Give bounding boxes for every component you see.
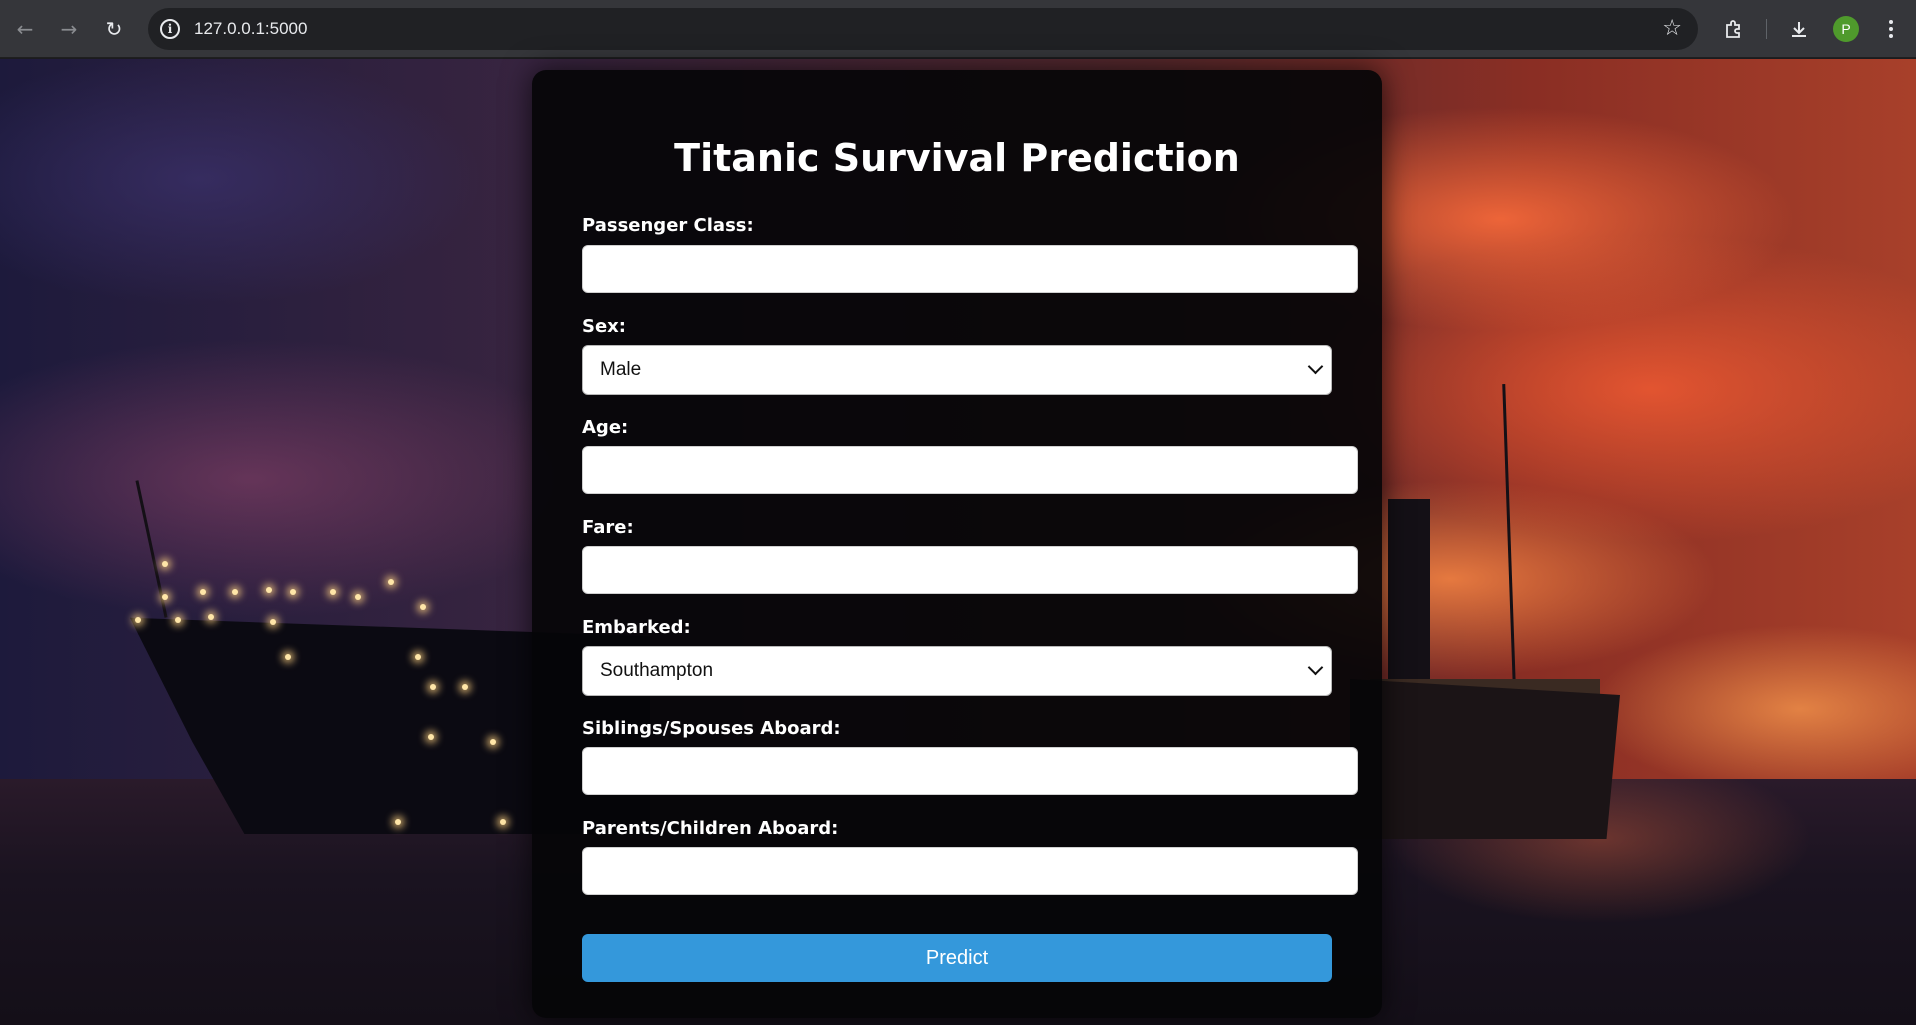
- page-title: Titanic Survival Prediction: [674, 136, 1240, 180]
- parch-input[interactable]: [582, 847, 1358, 895]
- embarked-select[interactable]: Southampton: [582, 646, 1332, 696]
- address-bar[interactable]: i 127.0.0.1:5000 ☆: [148, 8, 1698, 50]
- sex-select[interactable]: Male: [582, 345, 1332, 395]
- toolbar-divider: [1766, 19, 1767, 39]
- back-icon[interactable]: ←: [10, 14, 40, 44]
- forward-icon[interactable]: →: [54, 14, 84, 44]
- prediction-form-card: Titanic Survival Prediction Passenger Cl…: [532, 70, 1382, 1018]
- fare-input[interactable]: [582, 546, 1358, 594]
- info-icon[interactable]: i: [160, 19, 180, 39]
- chevron-down-icon: [1307, 659, 1324, 676]
- embarked-selected-value: Southampton: [600, 660, 714, 681]
- download-icon[interactable]: [1784, 14, 1814, 44]
- sex-selected-value: Male: [600, 359, 642, 380]
- sibsp-input[interactable]: [582, 747, 1358, 795]
- age-input[interactable]: [582, 446, 1358, 494]
- extensions-icon[interactable]: [1718, 14, 1748, 44]
- fare-label: Fare:: [582, 517, 634, 538]
- sibsp-label: Siblings/Spouses Aboard:: [582, 718, 841, 739]
- profile-avatar[interactable]: P: [1833, 16, 1859, 42]
- pclass-input[interactable]: [582, 245, 1358, 293]
- pclass-label: Passenger Class:: [582, 215, 754, 236]
- predict-button[interactable]: Predict: [582, 934, 1332, 982]
- reload-icon[interactable]: ↻: [99, 14, 129, 44]
- url-text[interactable]: 127.0.0.1:5000: [194, 19, 307, 39]
- embarked-label: Embarked:: [582, 617, 691, 638]
- sex-label: Sex:: [582, 316, 626, 337]
- parch-label: Parents/Children Aboard:: [582, 818, 839, 839]
- menu-icon[interactable]: [1876, 14, 1906, 44]
- age-label: Age:: [582, 417, 629, 438]
- browser-toolbar: ← → ↻ i 127.0.0.1:5000 ☆ P: [0, 0, 1916, 58]
- chevron-down-icon: [1307, 358, 1324, 375]
- star-icon[interactable]: ☆: [1662, 16, 1682, 41]
